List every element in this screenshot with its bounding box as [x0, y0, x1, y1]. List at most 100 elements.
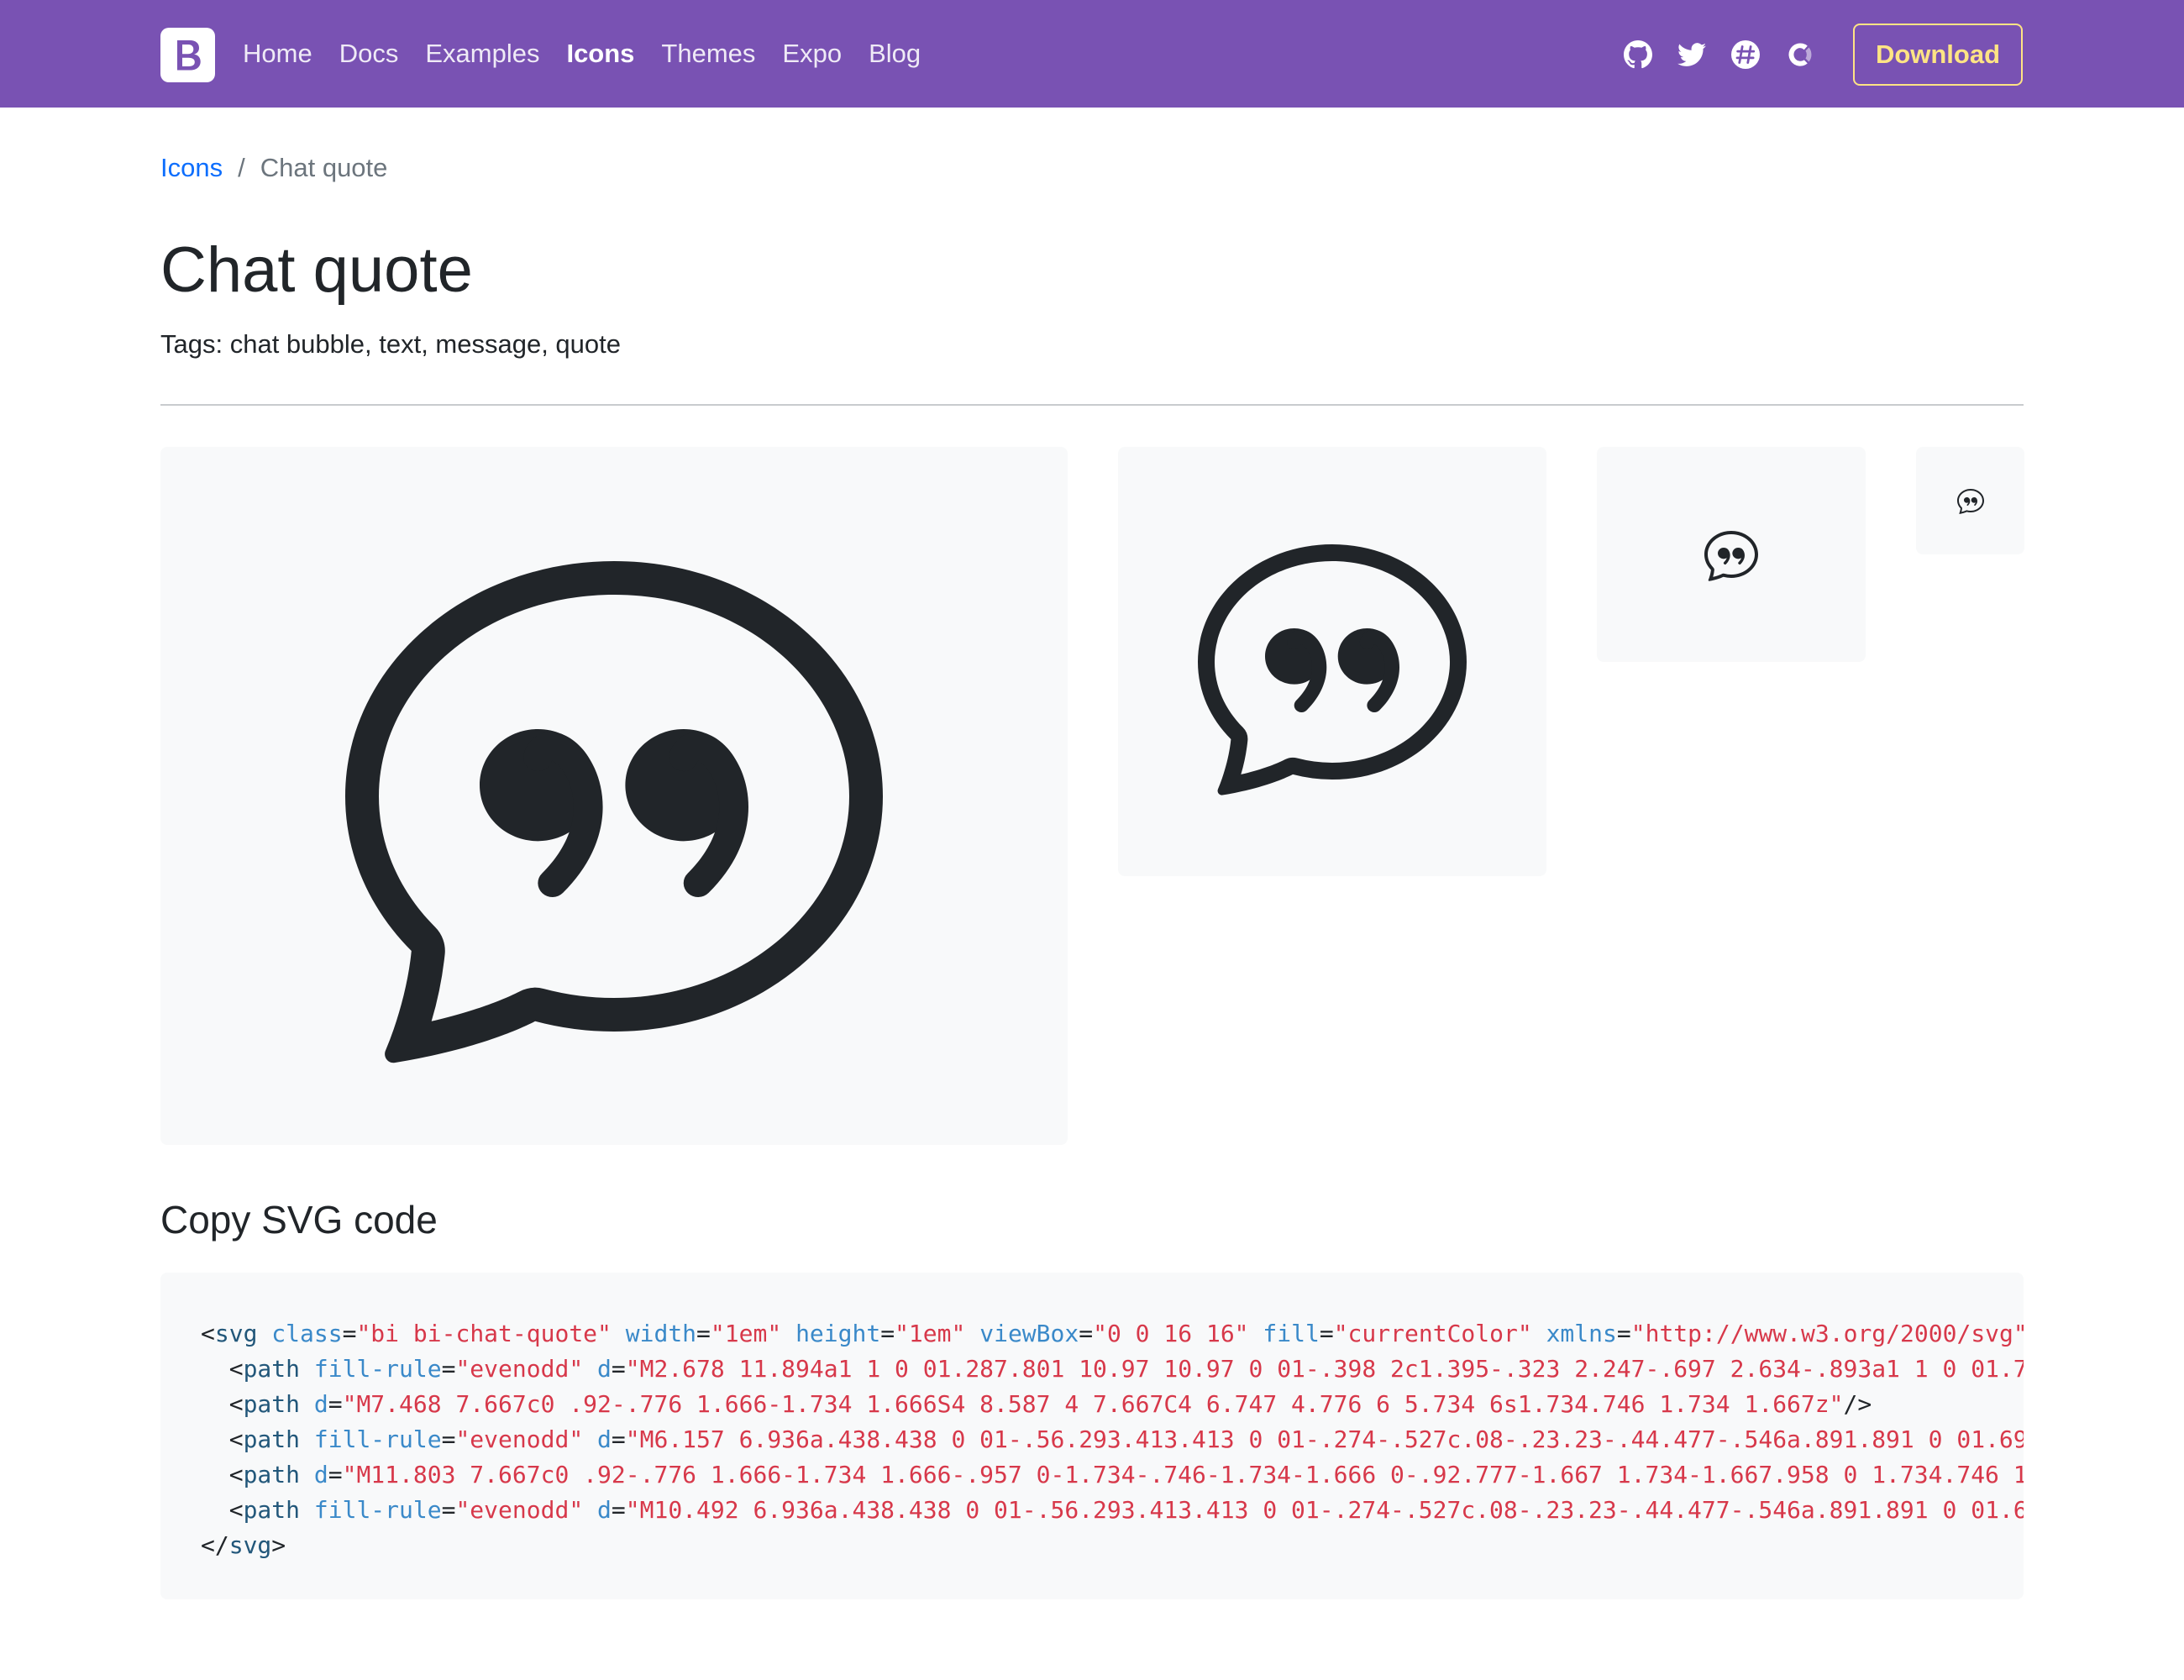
code-token: fill-rule [313, 1496, 442, 1524]
code-token: "M6.157 6.936a.438.438 0 01-.56.293.413.… [625, 1425, 2024, 1453]
code-token: height [795, 1320, 881, 1347]
code-token: "1em" [895, 1320, 966, 1347]
divider [160, 404, 2024, 406]
breadcrumb: Icons / Chat quote [160, 153, 387, 183]
chat-quote-icon [1956, 489, 1984, 514]
page-title: Chat quote [160, 234, 473, 306]
code-token: "M7.468 7.667c0 .92-.776 1.666-1.734 1.6… [342, 1390, 1844, 1418]
social-links [1621, 34, 1836, 76]
code-token: "M2.678 11.894a1 1 0 01.287.801 10.97 10… [625, 1355, 2024, 1383]
code-token: svg [228, 1531, 272, 1559]
breadcrumb-separator: / [238, 153, 245, 182]
code-token: < [201, 1461, 244, 1488]
code-token: < [201, 1390, 244, 1418]
slack-icon[interactable] [1729, 38, 1762, 71]
chat-quote-icon [1198, 543, 1467, 795]
code-line: <path fill-rule="evenodd" d="M10.492 6.9… [201, 1493, 2024, 1528]
code-token: d [597, 1355, 612, 1383]
code-token: = [441, 1355, 456, 1383]
code-token: path [243, 1390, 301, 1418]
code-token: = [1319, 1320, 1334, 1347]
code-token: svg [214, 1320, 258, 1347]
svg-code-block[interactable]: <svg class="bi bi-chat-quote" width="1em… [160, 1273, 2024, 1599]
code-token: = [328, 1390, 343, 1418]
code-token: "1em" [710, 1320, 782, 1347]
code-token: width [625, 1320, 697, 1347]
breadcrumb-icons-link[interactable]: Icons [160, 153, 223, 182]
code-token: = [880, 1320, 895, 1347]
nav-link-expo[interactable]: Expo [782, 39, 842, 69]
chat-quote-icon [1704, 531, 1758, 581]
code-token: < [201, 1425, 244, 1453]
code-token: = [328, 1461, 343, 1488]
opencollective-icon[interactable] [1782, 38, 1816, 71]
code-token: fill [1263, 1320, 1320, 1347]
download-button[interactable]: Download [1853, 24, 2023, 86]
code-token: class [271, 1320, 343, 1347]
code-token: /> [1843, 1390, 1872, 1418]
code-token: < [201, 1320, 215, 1347]
code-token: path [243, 1496, 301, 1524]
code-token: "evenodd" [455, 1355, 584, 1383]
code-token: = [1616, 1320, 1631, 1347]
code-line: <path d="M11.803 7.667c0 .92-.776 1.666-… [201, 1457, 2024, 1493]
icon-preview-medium [1118, 447, 1546, 876]
nav-link-docs[interactable]: Docs [339, 39, 399, 69]
code-token: "M11.803 7.667c0 .92-.776 1.666-1.734 1.… [342, 1461, 2024, 1488]
nav-link-examples[interactable]: Examples [425, 39, 539, 69]
twitter-icon[interactable] [1675, 38, 1709, 71]
code-line: <svg class="bi bi-chat-quote" width="1em… [201, 1316, 2024, 1352]
nav-link-home[interactable]: Home [243, 39, 312, 69]
code-token: fill-rule [313, 1355, 442, 1383]
code-line: </svg> [201, 1528, 2024, 1563]
code-token: = [1079, 1320, 1094, 1347]
code-token: "evenodd" [455, 1496, 584, 1524]
github-icon[interactable] [1621, 38, 1655, 71]
code-token: </ [201, 1531, 229, 1559]
icon-preview-tiny [1916, 447, 2024, 554]
nav-link-themes[interactable]: Themes [661, 39, 755, 69]
code-token: "evenodd" [455, 1425, 584, 1453]
code-line: <path fill-rule="evenodd" d="M2.678 11.8… [201, 1352, 2024, 1387]
icon-preview-large [160, 447, 1068, 1145]
code-token: xmlns [1546, 1320, 1617, 1347]
code-token: path [243, 1461, 301, 1488]
code-token: d [597, 1496, 612, 1524]
code-token: = [611, 1355, 626, 1383]
copy-svg-title: Copy SVG code [160, 1198, 438, 1242]
code-token: fill-rule [313, 1425, 442, 1453]
code-token: d [313, 1461, 328, 1488]
code-token: "bi bi-chat-quote" [356, 1320, 612, 1347]
bootstrap-logo[interactable] [160, 28, 215, 82]
nav-link-icons[interactable]: Icons [566, 39, 634, 69]
code-token: = [611, 1425, 626, 1453]
code-token: > [271, 1531, 286, 1559]
icon-preview-small [1597, 447, 1866, 662]
chat-quote-icon [345, 560, 883, 1063]
code-line: <path fill-rule="evenodd" d="M6.157 6.93… [201, 1422, 2024, 1457]
icon-tags: Tags: chat bubble, text, message, quote [160, 329, 622, 359]
code-token: path [243, 1355, 301, 1383]
code-token: "http://www.w3.org/2000/svg" [1630, 1320, 2024, 1347]
code-token: = [441, 1425, 456, 1453]
main-nav: Home Docs Examples Icons Themes Expo Blo… [243, 0, 948, 108]
navbar: Home Docs Examples Icons Themes Expo Blo… [0, 0, 2184, 108]
code-token: path [243, 1425, 301, 1453]
code-token: = [441, 1496, 456, 1524]
code-token: viewBox [979, 1320, 1079, 1347]
code-token: = [696, 1320, 711, 1347]
nav-link-blog[interactable]: Blog [869, 39, 921, 69]
breadcrumb-current: Chat quote [260, 153, 388, 182]
code-token: "M10.492 6.936a.438.438 0 01-.56.293.413… [625, 1496, 2024, 1524]
